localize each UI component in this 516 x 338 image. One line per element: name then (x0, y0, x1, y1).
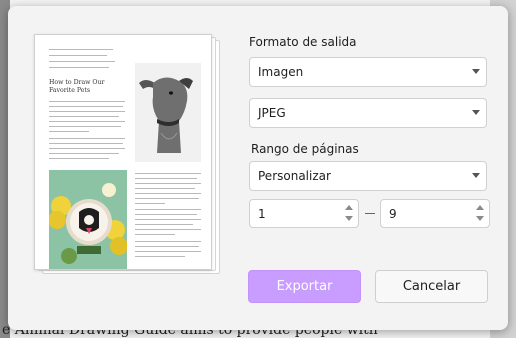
decrement-arrow-icon[interactable] (345, 216, 353, 221)
range-to-stepper[interactable]: 9 (380, 199, 490, 228)
cancel-button[interactable]: Cancelar (375, 270, 488, 303)
page-range-value: Personalizar (258, 169, 331, 183)
text-line (49, 148, 125, 149)
range-to-value: 9 (389, 207, 397, 221)
range-from-value: 1 (258, 207, 266, 221)
text-line (135, 178, 197, 179)
text-line (49, 67, 109, 68)
text-line (135, 173, 201, 174)
preview-title: How to Draw Our Favorite Pets (49, 79, 105, 94)
output-format-label: Formato de salida (249, 35, 357, 49)
export-dialog: How to Draw Our Favorite Pets Formato de… (8, 6, 508, 330)
page-range-label: Rango de páginas (251, 142, 359, 156)
text-line (49, 143, 123, 144)
text-line (135, 209, 201, 210)
text-line (135, 183, 201, 184)
document-preview: How to Draw Our Favorite Pets (34, 34, 220, 276)
embroidery-image (49, 170, 127, 269)
text-line (135, 241, 201, 242)
text-line (49, 121, 125, 122)
chevron-down-icon (472, 69, 480, 74)
text-line (49, 106, 123, 107)
text-line (49, 158, 109, 159)
text-line (135, 246, 199, 247)
text-line (135, 256, 185, 257)
export-button[interactable]: Exportar (248, 270, 361, 303)
dog-sketch-image (135, 63, 201, 162)
text-line (49, 55, 107, 56)
text-line (135, 224, 193, 225)
increment-arrow-icon[interactable] (345, 205, 353, 210)
text-line (135, 229, 201, 230)
text-line (49, 111, 125, 112)
text-line (135, 188, 195, 189)
text-line (49, 61, 115, 62)
text-line (49, 49, 113, 50)
text-line (135, 251, 201, 252)
text-line (135, 193, 201, 194)
page-range-select[interactable]: Personalizar (249, 161, 487, 191)
output-format-value: Imagen (258, 65, 304, 79)
text-line (49, 138, 125, 139)
increment-arrow-icon[interactable] (476, 205, 484, 210)
range-separator (365, 213, 375, 214)
text-line (135, 219, 201, 220)
decrement-arrow-icon[interactable] (476, 216, 484, 221)
text-line (49, 116, 119, 117)
output-format-select[interactable]: Imagen (249, 57, 487, 87)
chevron-down-icon (472, 173, 480, 178)
range-from-stepper[interactable]: 1 (249, 199, 359, 228)
chevron-down-icon (472, 110, 480, 115)
text-line (49, 153, 119, 154)
text-line (49, 126, 121, 127)
text-line (135, 198, 199, 199)
text-line (135, 234, 175, 235)
image-type-value: JPEG (258, 106, 286, 120)
text-line (49, 101, 125, 102)
text-line (49, 131, 89, 132)
text-line (135, 203, 165, 204)
text-line (135, 214, 197, 215)
preview-page: How to Draw Our Favorite Pets (34, 34, 212, 270)
image-type-select[interactable]: JPEG (249, 98, 487, 128)
